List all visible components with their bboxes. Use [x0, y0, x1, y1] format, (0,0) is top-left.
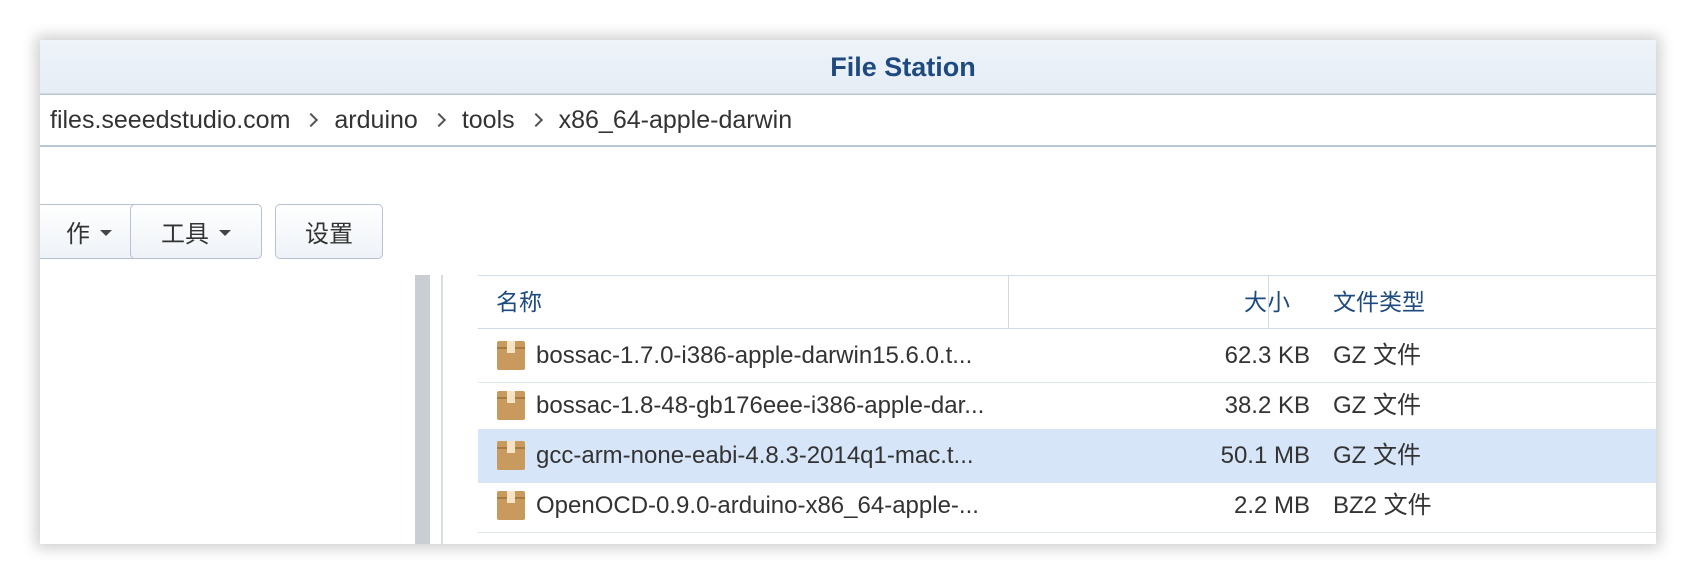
column-header-size[interactable]: 大小 — [1048, 276, 1316, 328]
file-type: BZ2 文件 — [1333, 492, 1432, 519]
file-type: GZ 文件 — [1333, 392, 1421, 419]
window-title: File Station — [830, 52, 976, 82]
file-name: gcc-arm-none-eabi-4.8.3-2014q1-mac.t... — [536, 442, 974, 469]
action-button-label: 作 — [66, 221, 90, 248]
file-name: bossac-1.7.0-i386-apple-darwin15.6.0.t..… — [536, 342, 973, 369]
caret-down-icon — [219, 230, 231, 236]
tools-button-label: 工具 — [161, 221, 209, 248]
chevron-right-icon — [304, 112, 319, 128]
column-header-type[interactable]: 文件类型 — [1316, 276, 1656, 328]
caret-down-icon — [100, 230, 112, 236]
title-bar[interactable]: File Station — [40, 40, 1656, 94]
tools-button[interactable]: 工具 — [130, 204, 262, 259]
settings-button[interactable]: 设置 — [275, 204, 383, 259]
panel-splitter[interactable] — [441, 275, 443, 544]
package-icon — [497, 491, 525, 520]
column-divider[interactable] — [1268, 276, 1269, 328]
file-row[interactable]: bossac-1.7.0-i386-apple-darwin15.6.0.t..… — [478, 329, 1656, 383]
folder-tree-scrollbar[interactable] — [415, 275, 430, 544]
file-station-window: File Station files.seeedstudio.com ardui… — [40, 40, 1656, 544]
toolbar: 作 工具 设置 — [40, 204, 1656, 260]
file-list-header: 名称 大小 文件类型 — [478, 275, 1656, 329]
column-divider[interactable] — [1008, 276, 1009, 328]
package-icon — [497, 391, 525, 420]
breadcrumb-item-tools[interactable]: tools — [462, 106, 515, 135]
file-type: GZ 文件 — [1333, 442, 1421, 469]
file-size: 2.2 MB — [1233, 492, 1310, 519]
file-size: 38.2 KB — [1224, 392, 1310, 419]
file-name: bossac-1.8-48-gb176eee-i386-apple-dar... — [536, 392, 985, 419]
chevron-right-icon — [431, 112, 446, 128]
chevron-right-icon — [528, 112, 543, 128]
file-list: 名称 大小 文件类型 bossac-1.7.0-i386-apple-darwi… — [478, 275, 1656, 544]
file-type: GZ 文件 — [1333, 342, 1421, 369]
file-row[interactable]: OpenOCD-0.9.0-arduino-x86_64-apple-... 2… — [478, 479, 1656, 533]
file-row[interactable]: bossac-1.8-48-gb176eee-i386-apple-dar...… — [478, 379, 1656, 433]
column-header-name[interactable]: 名称 — [496, 276, 542, 328]
breadcrumb-item-arduino[interactable]: arduino — [334, 106, 417, 135]
package-icon — [497, 441, 525, 470]
folder-tree-panel[interactable] — [40, 275, 415, 544]
path-bar: files.seeedstudio.com arduino tools x86_… — [40, 94, 1656, 187]
file-size: 62.3 KB — [1224, 342, 1310, 369]
breadcrumb-item-domain[interactable]: files.seeedstudio.com — [50, 106, 290, 135]
package-icon — [497, 341, 525, 370]
settings-button-label: 设置 — [305, 221, 353, 248]
breadcrumb: files.seeedstudio.com arduino tools x86_… — [40, 94, 1656, 147]
file-row-selected[interactable]: gcc-arm-none-eabi-4.8.3-2014q1-mac.t... … — [478, 429, 1656, 483]
file-size: 50.1 MB — [1220, 442, 1310, 469]
file-name: OpenOCD-0.9.0-arduino-x86_64-apple-... — [536, 492, 979, 519]
breadcrumb-item-current-folder[interactable]: x86_64-apple-darwin — [559, 106, 792, 135]
